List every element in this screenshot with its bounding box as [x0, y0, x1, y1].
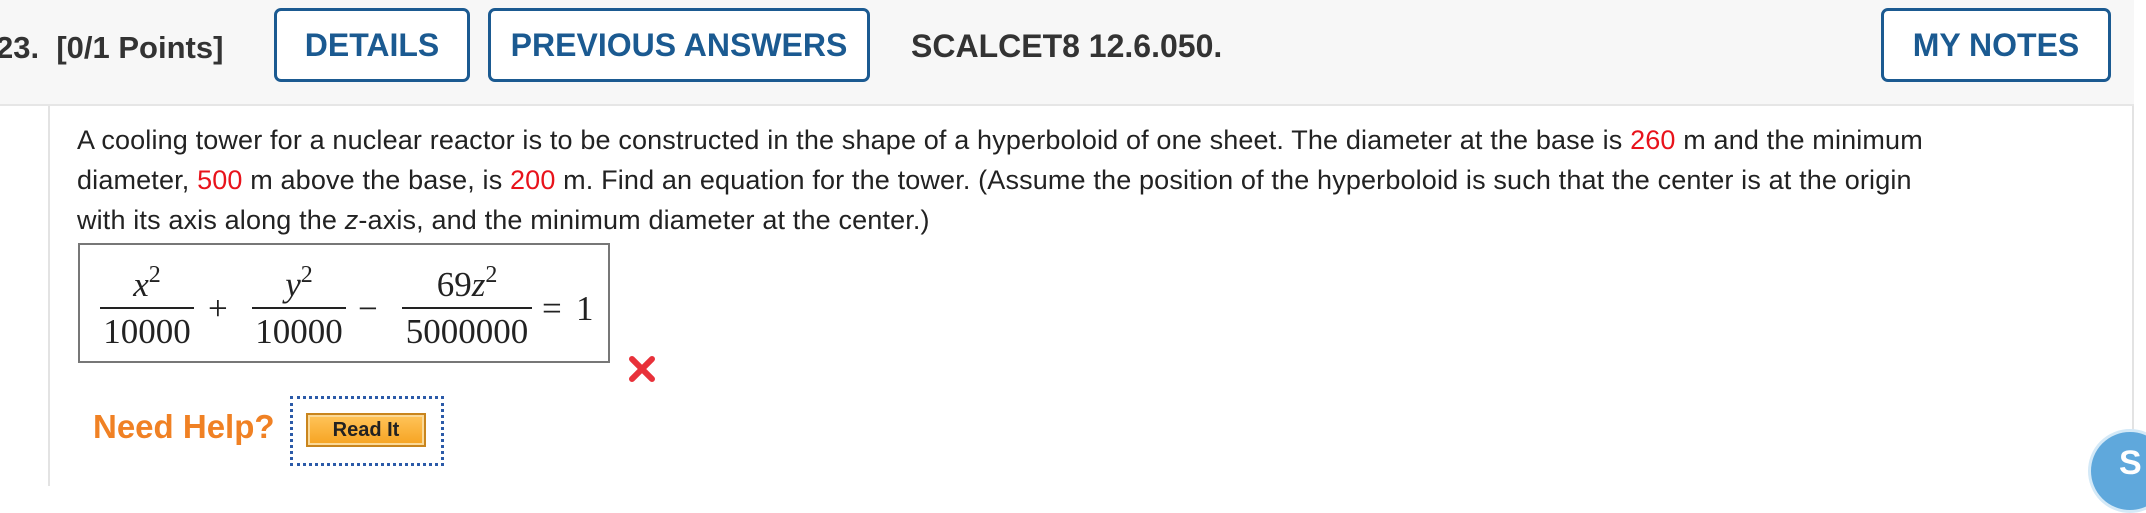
problem-line-1: A cooling tower for a nuclear reactor is…: [77, 120, 2146, 160]
problem-text-6: with its axis along the: [77, 205, 345, 235]
variable-x: x: [133, 265, 149, 304]
question-number: 23.: [0, 30, 40, 65]
fraction-numerator: x2: [100, 263, 194, 307]
problem-text-7: -axis, and the minimum diameter at the c…: [358, 205, 930, 235]
details-button[interactable]: DETAILS: [274, 8, 470, 82]
problem-statement: A cooling tower for a nuclear reactor is…: [77, 120, 2146, 240]
fraction-numerator: 69z2: [402, 263, 532, 307]
question-label: 23. [0/1 Points]: [0, 30, 223, 66]
exponent: 2: [485, 262, 498, 288]
problem-line-3: with its axis along the z-axis, and the …: [77, 200, 2146, 240]
question-code: SCALCET8 12.6.050.: [911, 28, 1223, 64]
chat-icon: S: [2119, 444, 2142, 482]
min-diameter-value: 200: [510, 165, 556, 195]
question-body: A cooling tower for a nuclear reactor is…: [48, 106, 2134, 486]
variable-y: y: [285, 265, 301, 304]
fraction-denominator: 10000: [255, 312, 343, 351]
problem-text-2: m and the minimum: [1675, 125, 1923, 155]
fraction-denominator: 10000: [103, 312, 191, 351]
minus-operator: −: [358, 289, 378, 328]
problem-text-3: diameter,: [77, 165, 198, 195]
my-notes-button[interactable]: MY NOTES: [1881, 8, 2111, 82]
equation-rhs: 1: [576, 289, 594, 328]
fraction-y-term: y2 10000: [252, 263, 346, 353]
coefficient: 69: [436, 265, 472, 304]
need-help-label: Need Help?: [93, 408, 275, 445]
read-it-button[interactable]: Read It: [306, 413, 426, 447]
problem-line-2: diameter, 500 m above the base, is 200 m…: [77, 160, 2146, 200]
exponent: 2: [148, 262, 161, 288]
problem-text-1: A cooling tower for a nuclear reactor is…: [77, 125, 1631, 155]
plus-operator: +: [208, 289, 228, 328]
problem-text-5: m. Find an equation for the tower. (Assu…: [555, 165, 1912, 195]
height-value: 500: [197, 165, 243, 195]
previous-answers-button[interactable]: PREVIOUS ANSWERS: [488, 8, 870, 82]
problem-text-4: m above the base, is: [242, 165, 511, 195]
exponent: 2: [300, 262, 313, 288]
fraction-denominator: 5000000: [405, 312, 529, 351]
question-header: 23. [0/1 Points] DETAILS PREVIOUS ANSWER…: [0, 0, 2134, 106]
question-points: [0/1 Points]: [56, 30, 224, 65]
fraction-numerator: y2: [252, 263, 346, 307]
read-it-focus-frame: Read It: [290, 396, 444, 466]
fraction-x-term: x2 10000: [100, 263, 194, 353]
answer-input-box[interactable]: x2 10000 + y2 10000 − 69z2 5000000 = 1: [78, 243, 610, 363]
axis-variable: z: [344, 205, 359, 235]
equals-sign: =: [542, 289, 562, 328]
base-diameter-value: 260: [1630, 125, 1676, 155]
variable-z: z: [471, 265, 486, 304]
x-mark-icon: [629, 356, 655, 382]
fraction-z-term: 69z2 5000000: [402, 263, 532, 353]
